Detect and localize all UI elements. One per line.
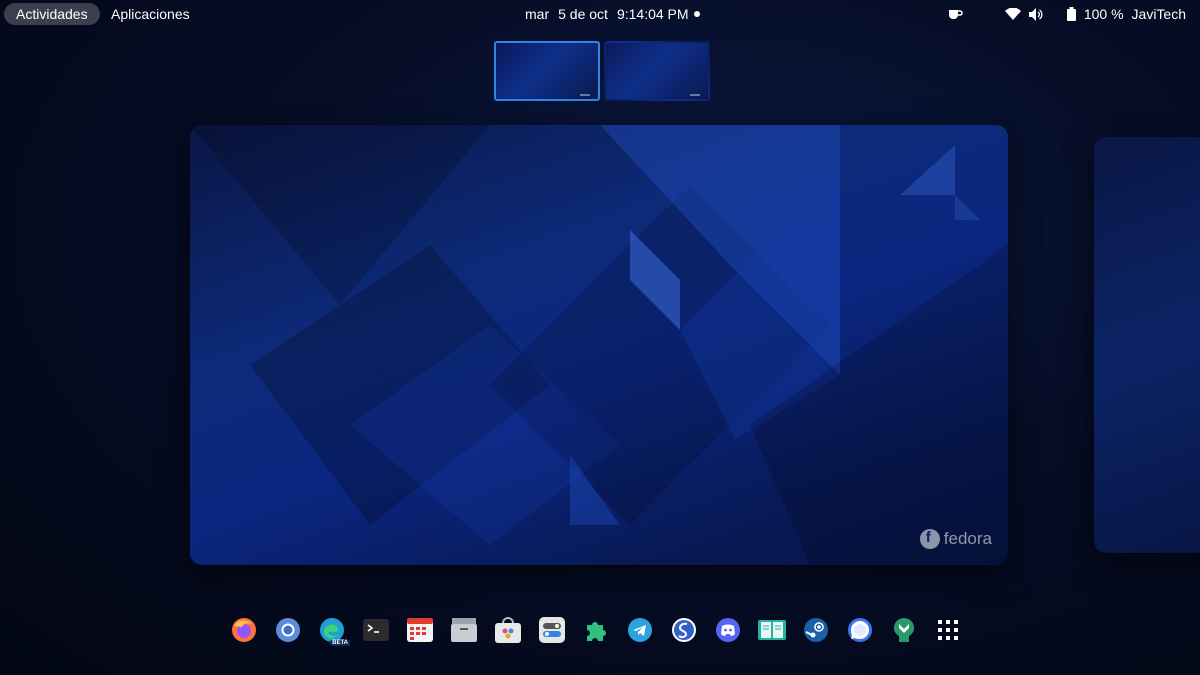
wifi-icon[interactable]: [1004, 7, 1021, 21]
notification-dot: [694, 11, 700, 17]
clock-time: 9:14:04 PM: [616, 6, 689, 22]
dash-terminal[interactable]: [358, 612, 394, 648]
battery-icon[interactable]: [1066, 7, 1076, 21]
foliate-icon: [758, 620, 786, 640]
dash-chromium[interactable]: [270, 612, 306, 648]
settings-icon: [539, 617, 565, 643]
volume-icon[interactable]: [1028, 7, 1043, 21]
dash-software[interactable]: [490, 612, 526, 648]
steam-icon: [804, 618, 828, 642]
dash-foliate[interactable]: [754, 612, 790, 648]
dash-steam[interactable]: [798, 612, 834, 648]
discord-icon: [716, 618, 740, 642]
terminal-icon: [363, 619, 389, 641]
fedora-logo-icon: [919, 529, 940, 549]
top-bar: Actividades Aplicaciones mar 5 de oct 9:…: [0, 0, 1200, 28]
dash-discord[interactable]: [710, 612, 746, 648]
tweaks-icon: [894, 618, 914, 642]
app-grid-icon: [938, 620, 958, 640]
calendar-icon: [407, 618, 433, 642]
dash-edge-beta[interactable]: BETA: [314, 612, 350, 648]
workspace-switcher: [494, 41, 710, 101]
dash-settings[interactable]: [534, 612, 570, 648]
dash-extensions[interactable]: [578, 612, 614, 648]
fedora-watermark: fedora: [919, 529, 992, 549]
applications-menu[interactable]: Aplicaciones: [111, 3, 190, 25]
dash: BETA: [226, 612, 966, 648]
software-icon: [495, 617, 521, 643]
next-workspace-preview[interactable]: [1094, 137, 1200, 553]
dash-calendar[interactable]: [402, 612, 438, 648]
dash-telegram[interactable]: [622, 612, 658, 648]
dash-signal[interactable]: [842, 612, 878, 648]
telegram-icon: [628, 618, 652, 642]
workspace-thumbnail-2[interactable]: [604, 41, 710, 101]
workspace-preview[interactable]: fedora: [190, 125, 1008, 565]
activities-button[interactable]: Actividades: [4, 3, 100, 25]
beta-badge: BETA: [330, 640, 350, 646]
fedora-wordmark: fedora: [943, 529, 992, 548]
dash-simplenote[interactable]: [666, 612, 702, 648]
extensions-icon: [587, 622, 606, 641]
clock[interactable]: mar 5 de oct 9:14:04 PM: [525, 3, 689, 25]
caffeine-icon[interactable]: [947, 7, 963, 21]
clock-day: mar: [525, 6, 550, 22]
battery-level: 100 %: [1083, 6, 1124, 22]
dash-tweaks[interactable]: [886, 612, 922, 648]
workspace-thumbnail-1[interactable]: [494, 41, 600, 101]
firefox-icon: [232, 618, 256, 642]
clock-date: 5 de oct: [558, 6, 608, 22]
dash-show-applications[interactable]: [930, 612, 966, 648]
dash-files[interactable]: [446, 612, 482, 648]
signal-icon: [848, 618, 872, 642]
dash-firefox[interactable]: [226, 612, 262, 648]
files-icon: [451, 618, 477, 642]
wallpaper-art: [190, 125, 1008, 565]
user-name[interactable]: JaviTech: [1132, 6, 1186, 22]
chromium-icon: [276, 618, 300, 642]
simplenote-icon: [672, 618, 696, 642]
system-tray[interactable]: 100 % JaviTech: [947, 3, 1186, 25]
